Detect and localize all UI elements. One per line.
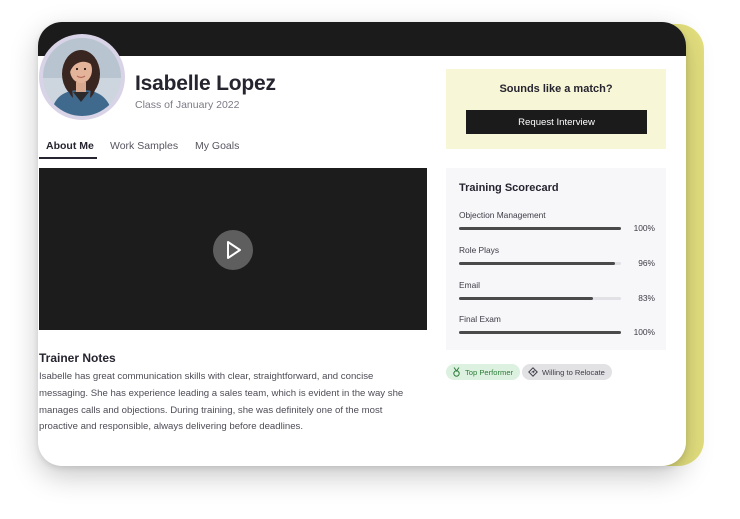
score-label: Objection Management (459, 210, 546, 220)
score-fill (459, 262, 615, 265)
score-label: Role Plays (459, 245, 500, 255)
score-fill (459, 227, 621, 230)
trainer-notes-title: Trainer Notes (39, 351, 116, 365)
top-performer-label: Top Performer (465, 367, 514, 377)
profile-card: Isabelle Lopez Class of January 2022 Abo… (38, 22, 686, 466)
play-button[interactable] (213, 230, 253, 270)
score-percent: 100% (633, 223, 655, 233)
trainer-notes-body: Isabelle has great communication skills … (39, 371, 404, 433)
score-track (459, 297, 621, 300)
top-performer-badge: Top Performer (446, 364, 521, 380)
training-scorecard: Training Scorecard Objection Management … (446, 168, 666, 350)
match-title: Sounds like a match? (499, 83, 613, 95)
active-tab-underline (39, 157, 97, 159)
compass-icon (528, 367, 538, 377)
relocate-label: Willing to Relocate (542, 367, 605, 377)
intro-video-player[interactable] (39, 168, 427, 330)
profile-class: Class of January 2022 (135, 99, 240, 111)
score-row-role-plays: Role Plays 96% (459, 245, 655, 275)
score-fill (459, 331, 621, 334)
tab-about-me[interactable]: About Me (46, 140, 94, 152)
score-percent: 96% (638, 258, 655, 268)
profile-name: Isabelle Lopez (135, 72, 276, 95)
card-header-bar (38, 22, 686, 56)
tab-my-goals[interactable]: My Goals (195, 140, 239, 152)
score-track (459, 262, 621, 265)
score-row-objection-management: Objection Management 100% (459, 210, 655, 240)
score-percent: 100% (633, 327, 655, 337)
score-track (459, 227, 621, 230)
score-track (459, 331, 621, 334)
score-label: Email (459, 280, 480, 290)
scorecard-title: Training Scorecard (459, 182, 559, 194)
avatar (39, 34, 125, 120)
play-icon (227, 241, 241, 259)
score-row-final-exam: Final Exam 100% (459, 314, 655, 344)
medal-icon (453, 367, 460, 377)
avatar-photo (43, 38, 121, 116)
score-percent: 83% (638, 293, 655, 303)
score-fill (459, 297, 594, 300)
request-interview-button[interactable]: Request Interview (466, 110, 647, 134)
stage: Isabelle Lopez Class of January 2022 Abo… (0, 0, 740, 519)
score-row-email: Email 83% (459, 280, 655, 310)
relocate-badge: Willing to Relocate (522, 364, 612, 380)
tab-work-samples[interactable]: Work Samples (110, 140, 178, 152)
match-box: Sounds like a match? Request Interview (446, 69, 666, 149)
score-label: Final Exam (459, 314, 501, 324)
